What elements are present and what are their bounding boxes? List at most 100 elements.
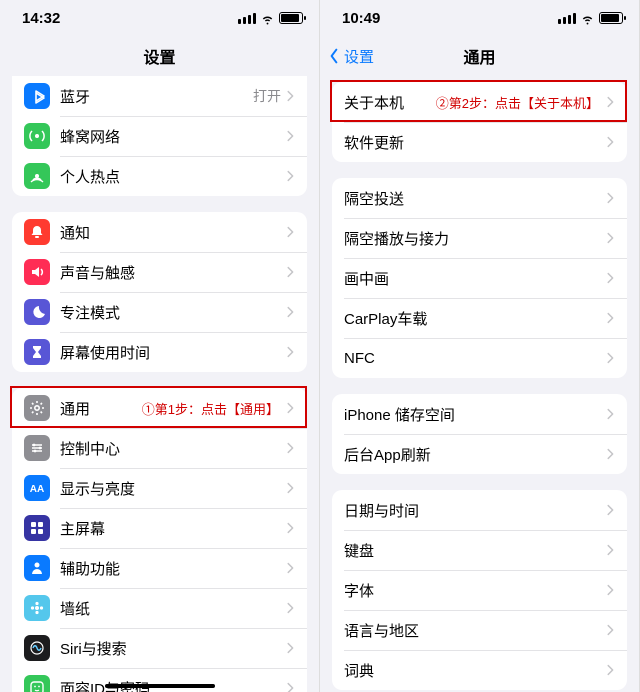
chevron-right-icon (285, 481, 295, 495)
chevron-right-icon (285, 441, 295, 455)
row-item-0-2[interactable]: 个人热点 (12, 156, 307, 196)
svg-text:AA: AA (30, 484, 44, 495)
bell-icon (24, 219, 50, 245)
cell-signal-icon (558, 13, 576, 24)
row-label: 软件更新 (344, 132, 404, 153)
row-label: 蓝牙 (60, 86, 90, 107)
chevron-right-icon (605, 135, 615, 149)
antenna-icon (24, 123, 50, 149)
gear-icon (24, 395, 50, 421)
chevron-right-icon (605, 311, 615, 325)
row-label: 墙纸 (60, 598, 90, 619)
status-bar: 10:49 (320, 0, 639, 36)
chevron-right-icon (285, 521, 295, 535)
settings-list[interactable]: 蓝牙 打开蜂窝网络个人热点通知声音与触感专注模式屏幕使用时间通用①第1步：点击【通… (0, 76, 319, 692)
status-bar: 14:32 (0, 0, 319, 36)
row-item-2-5[interactable]: 墙纸 (12, 588, 307, 628)
cell-signal-icon (238, 13, 256, 24)
row-carplay[interactable]: CarPlay车载 (332, 298, 627, 338)
row-label: 语言与地区 (344, 620, 419, 641)
row-label: 主屏幕 (60, 518, 105, 539)
row-item-2-0[interactable]: 通用①第1步：点击【通用】 (12, 388, 307, 428)
settings-group: 关于本机②第2步：点击【关于本机】软件更新 (332, 82, 627, 162)
chevron-right-icon (605, 191, 615, 205)
chevron-right-icon (605, 583, 615, 597)
bluetooth-icon (24, 83, 50, 109)
chevron-right-icon (605, 231, 615, 245)
row-item-0-0[interactable]: 蓝牙 打开 (12, 76, 307, 116)
row-label: iPhone 储存空间 (344, 404, 455, 425)
row-detail: 打开 (253, 86, 281, 106)
row-app[interactable]: 后台App刷新 (332, 434, 627, 474)
row-item-3-3[interactable]: 语言与地区 (332, 610, 627, 650)
hotspot-icon (24, 163, 50, 189)
chevron-right-icon (605, 663, 615, 677)
row-item-1-1[interactable]: 声音与触感 (12, 252, 307, 292)
row-iphone[interactable]: iPhone 储存空间 (332, 394, 627, 434)
chevron-right-icon (285, 89, 295, 103)
row-label: NFC (344, 350, 375, 367)
row-siri[interactable]: Siri与搜索 (12, 628, 307, 668)
row-label: 隔空投送 (344, 188, 404, 209)
chevron-right-icon (285, 305, 295, 319)
row-label: 显示与亮度 (60, 478, 135, 499)
status-time: 10:49 (342, 10, 380, 27)
status-indicators (238, 11, 303, 26)
grid-icon (24, 515, 50, 541)
row-item-1-3[interactable]: 屏幕使用时间 (12, 332, 307, 372)
row-item-3-0[interactable]: 日期与时间 (332, 490, 627, 530)
chevron-right-icon (605, 623, 615, 637)
row-label: 个人热点 (60, 166, 120, 187)
chevron-right-icon (605, 351, 615, 365)
general-list[interactable]: 关于本机②第2步：点击【关于本机】软件更新隔空投送隔空播放与接力画中画 CarPl… (320, 76, 639, 692)
aa-icon: AA (24, 475, 50, 501)
status-time: 14:32 (22, 10, 60, 27)
row-label: 声音与触感 (60, 262, 135, 283)
row-item-1-2[interactable]: 画中画 (332, 258, 627, 298)
settings-group: 隔空投送隔空播放与接力画中画 CarPlay车载 NFC (332, 178, 627, 378)
back-button[interactable]: 设置 (326, 36, 374, 76)
phone-left-settings: 14:32 设置 蓝牙打开蜂窝网络个人热点通知声音与触感专注模式屏幕使用时间通用… (0, 0, 320, 692)
speaker-icon (24, 259, 50, 285)
chevron-right-icon (285, 601, 295, 615)
row-label: 通知 (60, 222, 90, 243)
faceid-icon (24, 675, 50, 692)
page-title: 通用 (463, 44, 495, 68)
row-label: Siri与搜索 (60, 638, 127, 659)
row-item-3-1[interactable]: 键盘 (332, 530, 627, 570)
row-label: 日期与时间 (344, 500, 419, 521)
row-item-2-3[interactable]: 主屏幕 (12, 508, 307, 548)
row-label: CarPlay车载 (344, 308, 427, 329)
chevron-right-icon (285, 561, 295, 575)
siri-icon (24, 635, 50, 661)
chevron-right-icon (285, 265, 295, 279)
row-label: 键盘 (344, 540, 374, 561)
chevron-right-icon (605, 503, 615, 517)
row-item-1-2[interactable]: 专注模式 (12, 292, 307, 332)
row-item-1-0[interactable]: 通知 (12, 212, 307, 252)
chevron-right-icon (605, 271, 615, 285)
row-item-0-0[interactable]: 关于本机②第2步：点击【关于本机】 (332, 82, 627, 122)
row-label: 后台App刷新 (344, 444, 431, 465)
row-item-2-2[interactable]: AA 显示与亮度 (12, 468, 307, 508)
row-label: 关于本机 (344, 92, 404, 113)
flower-icon (24, 595, 50, 621)
settings-group: 日期与时间键盘字体语言与地区词典 (332, 490, 627, 690)
row-item-2-1[interactable]: 控制中心 (12, 428, 307, 468)
row-item-1-1[interactable]: 隔空播放与接力 (332, 218, 627, 258)
row-label: 隔空播放与接力 (344, 228, 449, 249)
row-nfc[interactable]: NFC (332, 338, 627, 378)
row-item-0-1[interactable]: 蜂窝网络 (12, 116, 307, 156)
settings-group: 通知声音与触感专注模式屏幕使用时间 (12, 212, 307, 372)
row-item-3-2[interactable]: 字体 (332, 570, 627, 610)
settings-group: iPhone 储存空间后台App刷新 (332, 394, 627, 474)
row-item-3-4[interactable]: 词典 (332, 650, 627, 690)
row-label: 画中画 (344, 268, 389, 289)
row-item-1-0[interactable]: 隔空投送 (332, 178, 627, 218)
chevron-right-icon (285, 401, 295, 415)
row-id[interactable]: 面容ID与密码 (12, 668, 307, 692)
row-label: 专注模式 (60, 302, 120, 323)
row-item-0-1[interactable]: 软件更新 (332, 122, 627, 162)
row-item-2-4[interactable]: 辅助功能 (12, 548, 307, 588)
row-label: 蜂窝网络 (60, 126, 120, 147)
